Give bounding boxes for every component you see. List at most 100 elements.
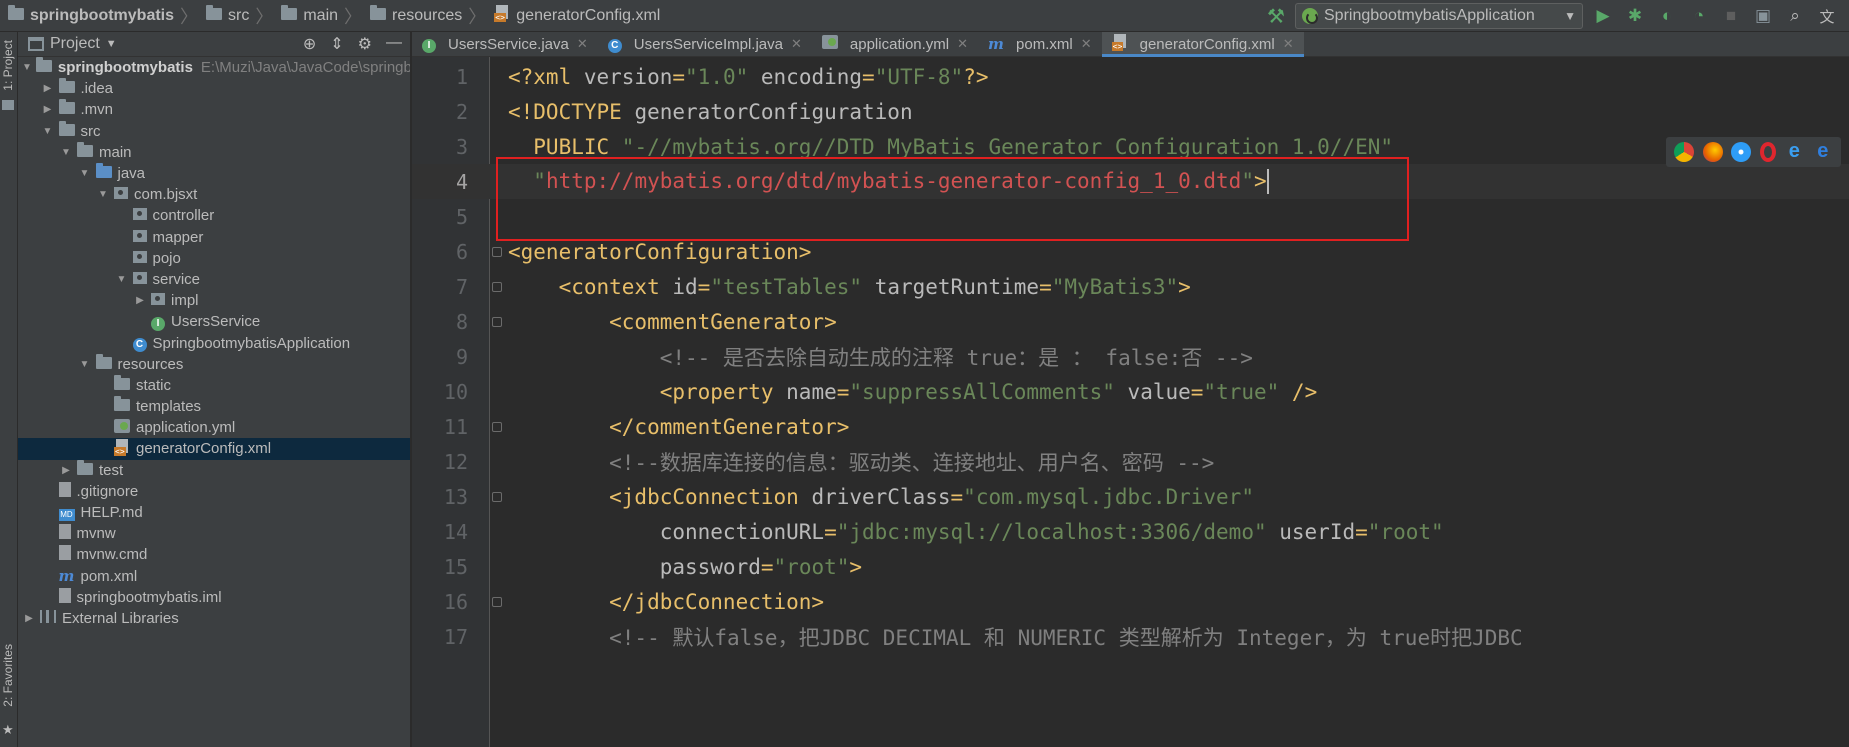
edge-icon[interactable]: e bbox=[1813, 141, 1833, 162]
firefox-icon[interactable] bbox=[1702, 142, 1723, 162]
close-icon[interactable]: ✕ bbox=[1283, 36, 1294, 52]
minimize-icon[interactable]: — bbox=[386, 34, 402, 54]
tree-item[interactable]: ▼ java bbox=[18, 163, 410, 184]
tree-item[interactable]: ▶mvnw bbox=[18, 523, 410, 544]
editor-tab-bar: I UsersService.java ✕ C UsersServiceImpl.jav… bbox=[412, 32, 1849, 57]
tree-item[interactable]: ▼ resources bbox=[18, 353, 410, 375]
fold-marker-icon[interactable] bbox=[492, 281, 502, 292]
code-text: <!-- 是否去除自动生成的注释 true：是 ： false:否 --> bbox=[508, 342, 1253, 372]
fold-marker-icon[interactable] bbox=[492, 491, 502, 502]
tree-item[interactable]: ▼ main bbox=[18, 141, 410, 163]
fold-marker-icon[interactable] bbox=[492, 316, 502, 327]
profile-icon[interactable]: ◔ bbox=[1687, 4, 1711, 28]
close-icon[interactable]: ✕ bbox=[957, 36, 968, 52]
tree-item[interactable]: ▶IUsersService bbox=[18, 311, 410, 332]
code-token: > bbox=[849, 554, 863, 579]
breadcrumb-item[interactable]: generatorConfig.xml bbox=[490, 0, 660, 32]
collapse-arrow-icon[interactable]: ▶ bbox=[41, 104, 55, 115]
fold-marker-icon[interactable] bbox=[492, 421, 502, 432]
tree-item[interactable]: ▼ springbootmybatis E:\Muzi\Java\JavaCode\… bbox=[18, 57, 410, 78]
coverage-icon[interactable]: ◐ bbox=[1655, 4, 1679, 28]
tree-item[interactable]: ▶MDHELP.md bbox=[18, 502, 410, 523]
breadcrumb-item[interactable]: resources 〉 bbox=[366, 0, 490, 32]
collapse-arrow-icon[interactable]: ▶ bbox=[22, 613, 36, 624]
navigation-bar: springbootmybatis 〉 src 〉 main 〉 resources 〉 gen… bbox=[0, 0, 1849, 32]
build-hammer-icon[interactable]: ⚒ bbox=[1265, 5, 1287, 28]
tree-item-label: static bbox=[136, 376, 172, 394]
close-icon[interactable]: ✕ bbox=[577, 36, 588, 52]
tree-item[interactable]: ▶ .mvn bbox=[18, 99, 410, 120]
tree-item[interactable]: ▶pojo bbox=[18, 248, 410, 269]
favorites-tool-button[interactable]: 2: Favorites bbox=[1, 644, 15, 707]
breadcrumb-item[interactable]: springbootmybatis 〉 bbox=[4, 0, 202, 32]
tree-item[interactable]: ▶.gitignore bbox=[18, 481, 410, 502]
fold-marker-icon[interactable] bbox=[492, 246, 502, 257]
tree-item[interactable]: ▼ src bbox=[18, 120, 410, 142]
chrome-icon[interactable] bbox=[1674, 142, 1695, 162]
line-number: 13 bbox=[443, 484, 468, 509]
fold-marker-icon[interactable] bbox=[492, 596, 502, 607]
expand-arrow-icon[interactable]: ▼ bbox=[59, 147, 73, 158]
tree-item[interactable]: ▶generatorConfig.xml bbox=[18, 438, 410, 460]
gear-icon[interactable]: ⚙ bbox=[358, 34, 372, 54]
breadcrumb-item[interactable]: main 〉 bbox=[277, 0, 366, 32]
expand-arrow-icon[interactable]: ▼ bbox=[96, 189, 110, 200]
run-configuration-select[interactable]: SpringbootmybatisApplication ▼ bbox=[1295, 3, 1583, 29]
code-token: "-//mybatis.org//DTD MyBatis Generator C… bbox=[621, 134, 1394, 159]
expand-arrow-icon[interactable]: ▼ bbox=[115, 274, 129, 285]
translate-icon[interactable]: 文 bbox=[1815, 4, 1839, 28]
project-structure-icon[interactable]: ▣ bbox=[1751, 4, 1775, 28]
code-token: "root" bbox=[1367, 519, 1444, 544]
chevron-down-icon[interactable]: ▼ bbox=[106, 38, 117, 50]
editor-tab[interactable]: I UsersService.java ✕ bbox=[412, 32, 598, 56]
project-tool-button[interactable]: 1: Project bbox=[1, 40, 15, 91]
editor-tab[interactable]: generatorConfig.xml ✕ bbox=[1101, 32, 1304, 57]
tree-item[interactable]: ▶mapper bbox=[18, 227, 410, 248]
line-number: 7 bbox=[455, 274, 468, 299]
tree-item[interactable]: ▶springbootmybatis.iml bbox=[18, 587, 410, 608]
star-icon[interactable]: ★ bbox=[2, 722, 14, 738]
tree-item[interactable]: ▼ service bbox=[18, 269, 410, 290]
close-icon[interactable]: ✕ bbox=[1081, 36, 1092, 52]
close-icon[interactable]: ✕ bbox=[791, 36, 802, 52]
project-panel-title[interactable]: Project bbox=[50, 35, 100, 53]
tree-item[interactable]: ▶templates bbox=[18, 396, 410, 417]
tree-item[interactable]: ▶ External Libraries bbox=[18, 608, 410, 629]
tree-item[interactable]: ▶ .idea bbox=[18, 78, 410, 99]
tree-item[interactable]: ▶ test bbox=[18, 459, 410, 481]
code-token: = bbox=[824, 519, 837, 544]
safari-icon[interactable] bbox=[1731, 142, 1752, 162]
locate-target-icon[interactable]: ⊕ bbox=[303, 34, 316, 54]
expand-arrow-icon[interactable]: ▼ bbox=[78, 168, 92, 179]
code-line: 10 <property name="suppressAllComments" … bbox=[412, 374, 1849, 409]
tree-item[interactable]: ▼ com.bjsxt bbox=[18, 184, 410, 205]
tree-item[interactable]: ▶application.yml bbox=[18, 417, 410, 438]
code-editor[interactable]: 1 <?xml version="1.0" encoding="UTF-8"?> 2… bbox=[412, 57, 1849, 747]
collapse-all-icon[interactable]: ⇕ bbox=[330, 34, 343, 54]
editor-tab[interactable]: C UsersServiceImpl.java ✕ bbox=[598, 32, 812, 56]
structure-icon[interactable] bbox=[2, 100, 14, 110]
stop-icon[interactable]: ■ bbox=[1719, 4, 1743, 28]
debug-icon[interactable]: ✱ bbox=[1623, 4, 1647, 28]
tree-item[interactable]: ▶mpom.xml bbox=[18, 566, 410, 587]
tree-item[interactable]: ▶CSpringbootmybatisApplication bbox=[18, 332, 410, 353]
tree-item[interactable]: ▶static bbox=[18, 374, 410, 396]
expand-arrow-icon[interactable]: ▼ bbox=[78, 359, 92, 370]
code-token: /> bbox=[1279, 379, 1318, 404]
tree-item-label: pojo bbox=[152, 249, 181, 267]
collapse-arrow-icon[interactable]: ▶ bbox=[133, 295, 147, 306]
tree-item[interactable]: ▶ impl bbox=[18, 290, 410, 311]
tree-item[interactable]: ▶controller bbox=[18, 205, 410, 226]
opera-icon[interactable] bbox=[1759, 142, 1776, 162]
collapse-arrow-icon[interactable]: ▶ bbox=[41, 83, 55, 94]
expand-arrow-icon[interactable]: ▼ bbox=[41, 126, 55, 137]
internet-explorer-icon[interactable]: e bbox=[1784, 141, 1804, 162]
breadcrumb-item[interactable]: src 〉 bbox=[202, 0, 277, 32]
tree-item[interactable]: ▶mvnw.cmd bbox=[18, 544, 410, 565]
run-icon[interactable]: ▶ bbox=[1591, 4, 1615, 28]
editor-tab[interactable]: m pom.xml ✕ bbox=[978, 32, 1102, 56]
expand-arrow-icon[interactable]: ▼ bbox=[22, 62, 32, 73]
collapse-arrow-icon[interactable]: ▶ bbox=[59, 465, 73, 476]
search-icon[interactable]: ⌕ bbox=[1783, 4, 1807, 28]
editor-tab[interactable]: application.yml ✕ bbox=[812, 32, 978, 56]
